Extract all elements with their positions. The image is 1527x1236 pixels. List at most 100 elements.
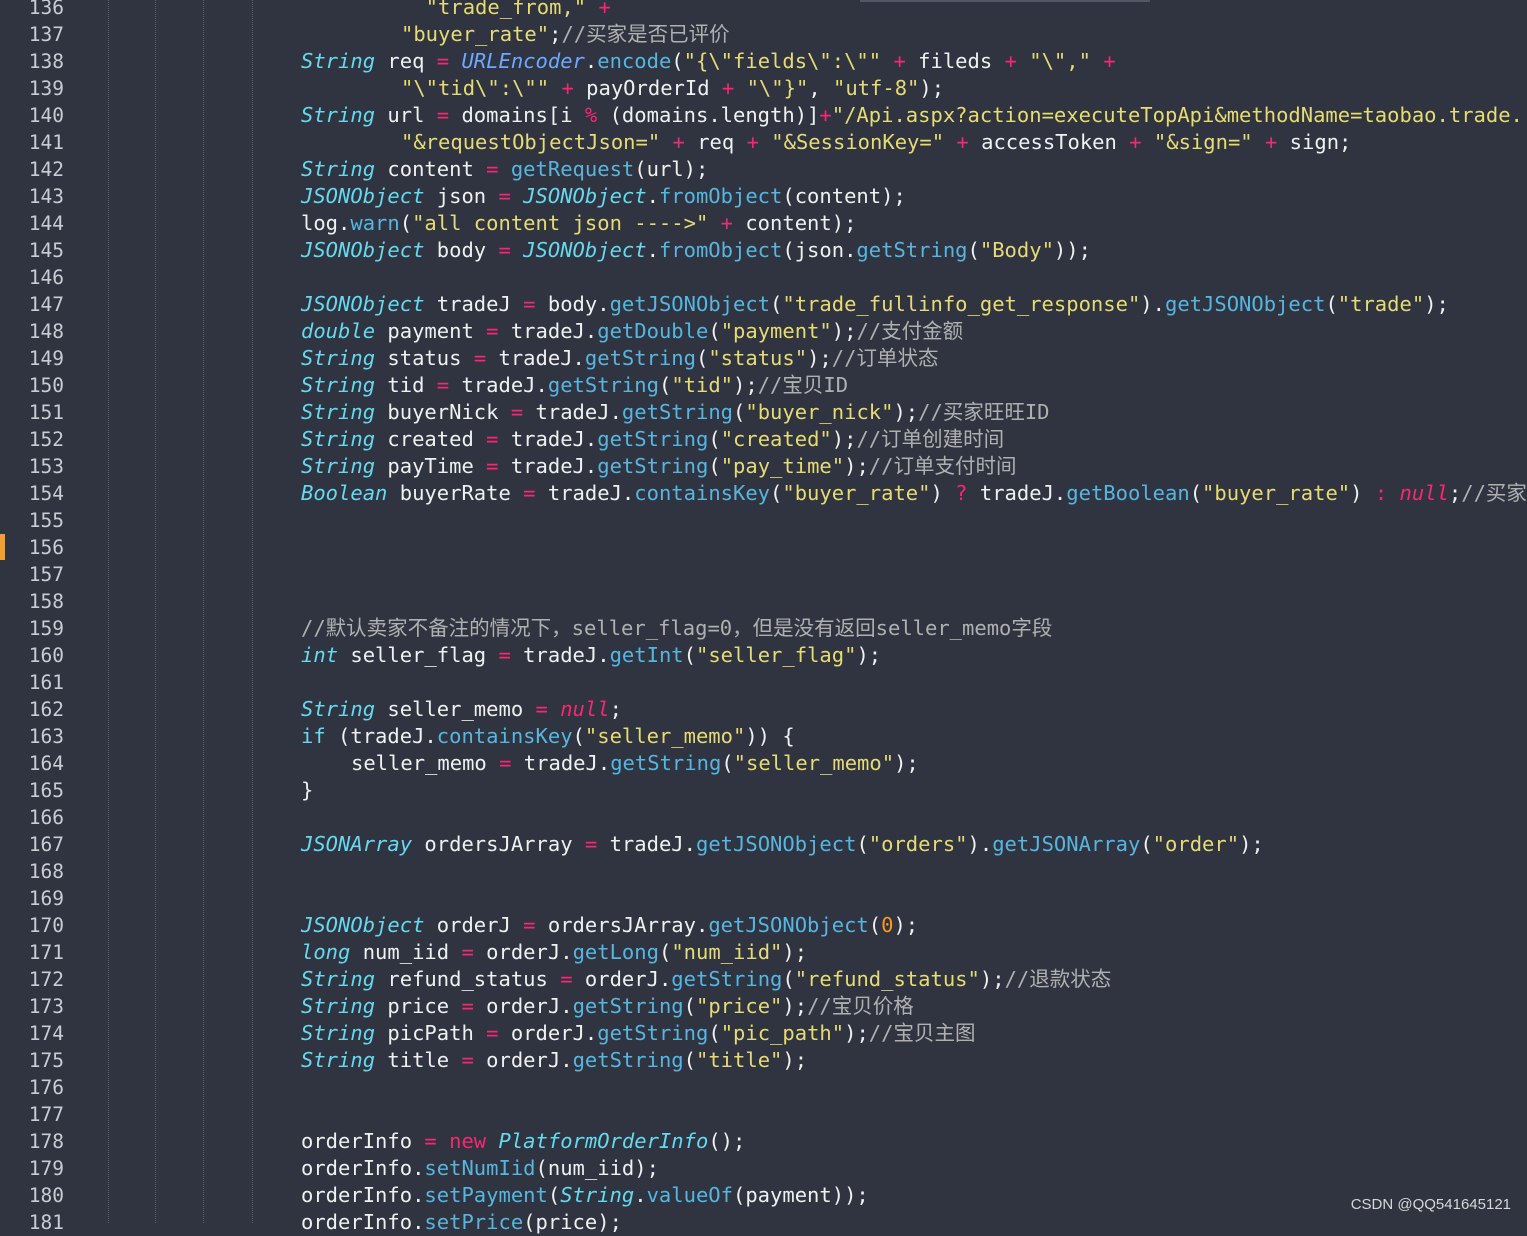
code-token: orderJ [424, 913, 524, 937]
code-token: String [301, 697, 376, 721]
code-line[interactable]: 152 String created = tradeJ.getString("cr… [0, 426, 1527, 453]
code-line[interactable]: 173 String price = orderJ.getString("pric… [0, 993, 1527, 1020]
code-token: JSONObject [523, 184, 647, 208]
line-number: 146 [28, 266, 64, 289]
code-token: "{\"fields\":\"" [683, 49, 882, 73]
code-editor[interactable]: 136 "trade_from," +137 "buyer_rate";//买家是… [0, 0, 1527, 1234]
code-line[interactable]: 166 [0, 804, 1527, 831]
code-line[interactable]: 172 String refund_status = orderJ.getStri… [0, 966, 1527, 993]
code-token: = [498, 184, 511, 208]
code-token: //买家旺旺ID [918, 400, 1050, 424]
code-line[interactable]: 147 JSONObject tradeJ = body.getJSONObjec… [0, 291, 1527, 318]
code-line[interactable]: 164 seller_memo = tradeJ.getString("selle… [0, 750, 1527, 777]
code-line[interactable]: 140 String url = domains[i % (domains.len… [0, 102, 1527, 129]
code-line[interactable]: 139 "\"tid\":\"" + payOrderId + "\"}", "u… [0, 75, 1527, 102]
code-text: "trade_from," + [401, 0, 611, 21]
code-token: "order" [1152, 832, 1240, 856]
code-token: orderJ. [473, 994, 573, 1018]
code-line[interactable]: 179 orderInfo.setNumIid(num_iid); [0, 1155, 1527, 1182]
code-token: (); [708, 1129, 746, 1153]
code-token: ( [733, 400, 746, 424]
code-token: URLEncoder [461, 49, 585, 73]
code-token: "buyer_rate" [782, 481, 931, 505]
code-line[interactable]: 157 [0, 561, 1527, 588]
code-line[interactable]: 162 String seller_memo = null; [0, 696, 1527, 723]
code-line[interactable]: 136 "trade_from," + [0, 0, 1527, 21]
code-token: = [436, 103, 450, 127]
code-token: String [301, 103, 376, 127]
code-token: ); [856, 643, 882, 667]
code-token: (tradeJ. [325, 724, 437, 748]
code-token: + [746, 130, 759, 154]
code-token: domains[i [449, 103, 585, 127]
code-line[interactable]: 148 double payment = tradeJ.getDouble("pa… [0, 318, 1527, 345]
code-token: ( [658, 373, 672, 397]
code-line[interactable]: 151 String buyerNick = tradeJ.getString("… [0, 399, 1527, 426]
code-line[interactable]: 143 JSONObject json = JSONObject.fromObje… [0, 183, 1527, 210]
code-token: status [375, 346, 474, 370]
code-line[interactable]: 168 [0, 858, 1527, 885]
code-token: + [561, 76, 574, 100]
code-token: ( [671, 49, 684, 73]
code-token: String [301, 967, 376, 991]
code-token: ); [782, 994, 808, 1018]
code-line[interactable]: 180 orderInfo.setPayment(String.valueOf(p… [0, 1182, 1527, 1209]
code-line[interactable]: 141 "&requestObjectJson=" + req + "&Sessi… [0, 129, 1527, 156]
code-token: content [375, 157, 487, 181]
code-line[interactable]: 167 JSONArray ordersJArray = tradeJ.getJS… [0, 831, 1527, 858]
code-line[interactable]: 153 String payTime = tradeJ.getString("pa… [0, 453, 1527, 480]
code-token: "Body" [979, 238, 1054, 262]
code-line[interactable]: 170 JSONObject orderJ = ordersJArray.getJ… [0, 912, 1527, 939]
code-token: ordersJArray [412, 832, 585, 856]
line-number: 167 [28, 833, 64, 856]
code-token: getString [572, 1048, 684, 1072]
code-line[interactable]: 178 orderInfo = new PlatformOrderInfo(); [0, 1128, 1527, 1155]
code-line[interactable]: 150 String tid = tradeJ.getString("tid");… [0, 372, 1527, 399]
code-line[interactable]: 137 "buyer_rate";//买家是否已评价 [0, 21, 1527, 48]
code-line[interactable]: 144 log.warn("all content json ---->" + c… [0, 210, 1527, 237]
line-number: 168 [28, 860, 64, 883]
code-line[interactable]: 145 JSONObject body = JSONObject.fromObje… [0, 237, 1527, 264]
code-line[interactable]: 149 String status = tradeJ.getString("sta… [0, 345, 1527, 372]
code-token: getString [671, 967, 783, 991]
code-line[interactable]: 176 [0, 1074, 1527, 1101]
code-line[interactable]: 165} [0, 777, 1527, 804]
code-token: = [523, 481, 536, 505]
code-line[interactable]: 177 [0, 1101, 1527, 1128]
code-line[interactable]: 159 //默认卖家不备注的情况下，seller_flag=0，但是没有返回sel… [0, 615, 1527, 642]
code-token: ); [733, 373, 758, 397]
code-line[interactable]: 146 [0, 264, 1527, 291]
code-token: "seller_memo" [584, 724, 746, 748]
code-line[interactable]: 155 [0, 507, 1527, 534]
code-token: //订单状态 [831, 346, 939, 370]
code-text: long num_iid = orderJ.getLong("num_iid")… [301, 939, 807, 966]
code-token: long [301, 940, 351, 964]
code-line[interactable]: 138 String req = URLEncoder.encode("{\"fi… [0, 48, 1527, 75]
code-line[interactable]: 154 Boolean buyerRate = tradeJ.containsKe… [0, 480, 1527, 507]
code-line[interactable]: 161 [0, 669, 1527, 696]
code-line[interactable]: 175 String title = orderJ.getString("titl… [0, 1047, 1527, 1074]
code-token: JSONObject [301, 913, 425, 937]
code-line[interactable]: 171 long num_iid = orderJ.getLong("num_ii… [0, 939, 1527, 966]
code-token: String [560, 1183, 635, 1207]
code-line[interactable]: 163 if (tradeJ.containsKey("seller_memo")… [0, 723, 1527, 750]
code-token: ( [1140, 832, 1153, 856]
code-line[interactable]: 156 [0, 534, 1527, 561]
code-token: sign; [1277, 130, 1352, 154]
code-token: setNumIid [424, 1156, 536, 1180]
code-line[interactable]: 158 [0, 588, 1527, 615]
code-line[interactable]: 169 [0, 885, 1527, 912]
code-line[interactable]: 174 String picPath = orderJ.getString("pi… [0, 1020, 1527, 1047]
line-number: 175 [28, 1049, 64, 1072]
code-token: fileds [905, 49, 1005, 73]
code-token: = [486, 157, 499, 181]
code-line[interactable]: 142 String content = getRequest(url); [0, 156, 1527, 183]
code-token: ); [782, 1048, 808, 1072]
code-token: orderJ. [572, 967, 672, 991]
code-token: ); [807, 346, 832, 370]
code-line[interactable]: 160 int seller_flag = tradeJ.getInt("sell… [0, 642, 1527, 669]
code-token: "seller_flag" [695, 643, 857, 667]
